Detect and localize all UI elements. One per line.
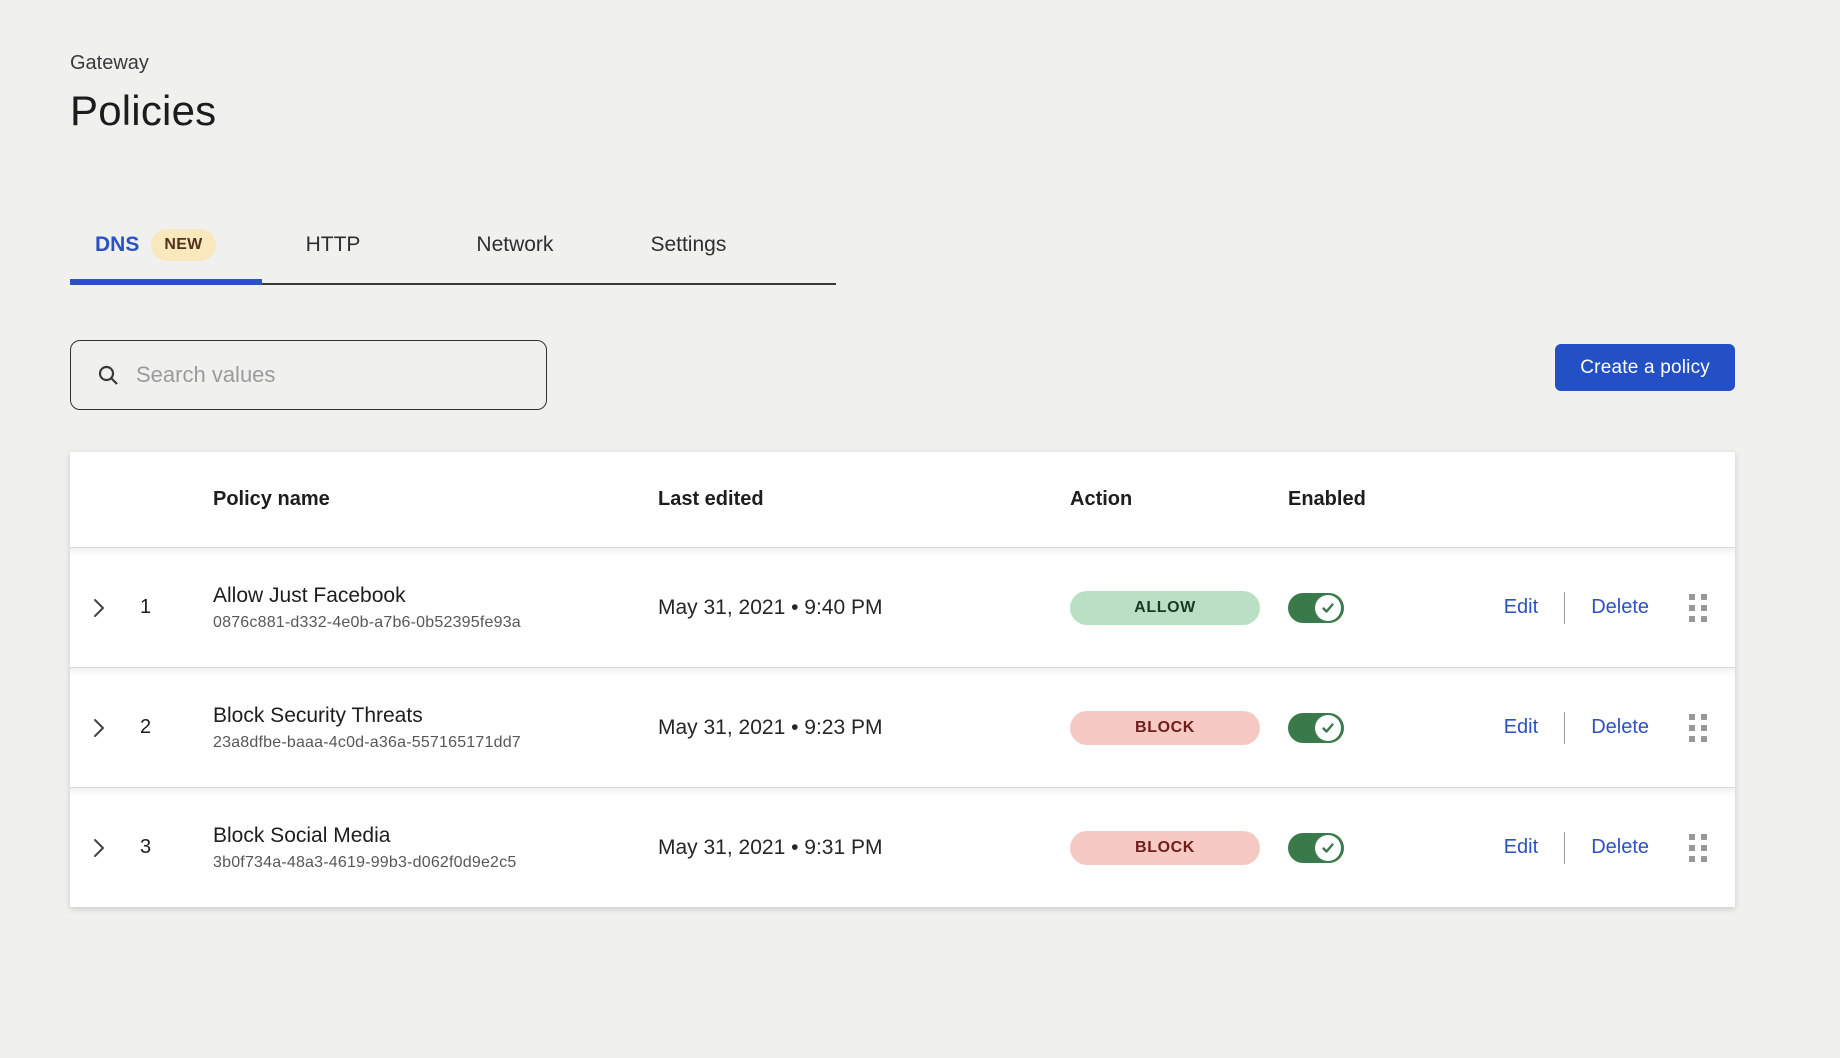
policy-uuid: 0876c881-d332-4e0b-a7b6-0b52395fe93a — [213, 614, 625, 632]
link-divider — [1564, 592, 1565, 624]
search-input[interactable] — [136, 362, 526, 388]
tab-http[interactable]: HTTP — [306, 233, 361, 257]
create-policy-button[interactable]: Create a policy — [1555, 344, 1735, 391]
drag-handle-icon[interactable] — [1689, 834, 1707, 862]
edit-link[interactable]: Edit — [1504, 596, 1538, 619]
new-badge: NEW — [151, 229, 215, 261]
tab-bar: DNS NEW HTTP Network Settings — [70, 229, 836, 285]
action-cell: BLOCK — [1040, 831, 1255, 865]
tab-network-label: Network — [476, 233, 553, 257]
action-badge-block: BLOCK — [1070, 711, 1260, 745]
enabled-toggle[interactable] — [1288, 713, 1344, 743]
breadcrumb: Gateway — [70, 52, 1840, 75]
row-actions: Edit Delete — [1440, 832, 1735, 864]
tab-dns-label: DNS — [95, 233, 139, 257]
policy-uuid: 23a8dfbe-baaa-4c0d-a36a-557165171dd7 — [213, 734, 625, 752]
drag-handle-icon[interactable] — [1689, 714, 1707, 742]
enabled-toggle[interactable] — [1288, 833, 1344, 863]
row-number: 3 — [128, 836, 178, 859]
last-edited-value: May 31, 2021 • 9:23 PM — [625, 716, 1040, 740]
row-number: 1 — [128, 596, 178, 619]
link-divider — [1564, 712, 1565, 744]
column-header-policy-name: Policy name — [178, 488, 625, 511]
enabled-cell — [1255, 713, 1440, 743]
expand-chevron-icon[interactable] — [70, 718, 128, 738]
row-number: 2 — [128, 716, 178, 739]
toolbar: Create a policy — [70, 340, 1735, 410]
tab-network[interactable]: Network — [476, 233, 553, 257]
enabled-cell — [1255, 833, 1440, 863]
action-badge-allow: ALLOW — [1070, 591, 1260, 625]
policy-name-cell: Block Security Threats 23a8dfbe-baaa-4c0… — [178, 704, 625, 752]
enabled-cell — [1255, 593, 1440, 623]
column-header-action: Action — [1040, 488, 1255, 511]
policy-uuid: 3b0f734a-48a3-4619-99b3-d062f0d9e2c5 — [213, 854, 625, 872]
drag-handle-icon[interactable] — [1689, 594, 1707, 622]
delete-link[interactable]: Delete — [1591, 596, 1649, 619]
action-cell: ALLOW — [1040, 591, 1255, 625]
policy-name: Block Social Media — [213, 824, 625, 848]
tab-settings-label: Settings — [650, 233, 726, 257]
column-header-enabled: Enabled — [1255, 488, 1440, 511]
column-header-last-edited: Last edited — [625, 488, 1040, 511]
tab-settings[interactable]: Settings — [650, 233, 726, 257]
table-row: 3 Block Social Media 3b0f734a-48a3-4619-… — [70, 787, 1735, 907]
tab-dns[interactable]: DNS NEW — [70, 229, 216, 261]
table-row: 1 Allow Just Facebook 0876c881-d332-4e0b… — [70, 547, 1735, 667]
link-divider — [1564, 832, 1565, 864]
policy-name: Block Security Threats — [213, 704, 625, 728]
expand-chevron-icon[interactable] — [70, 598, 128, 618]
last-edited-value: May 31, 2021 • 9:40 PM — [625, 596, 1040, 620]
search-box[interactable] — [70, 340, 547, 410]
enabled-toggle[interactable] — [1288, 593, 1344, 623]
table-row: 2 Block Security Threats 23a8dfbe-baaa-4… — [70, 667, 1735, 787]
action-badge-block: BLOCK — [1070, 831, 1260, 865]
delete-link[interactable]: Delete — [1591, 716, 1649, 739]
policy-name: Allow Just Facebook — [213, 584, 625, 608]
page-title: Policies — [70, 87, 1840, 135]
action-cell: BLOCK — [1040, 711, 1255, 745]
search-icon — [96, 363, 120, 387]
table-header-row: Policy name Last edited Action Enabled — [70, 452, 1735, 547]
delete-link[interactable]: Delete — [1591, 836, 1649, 859]
active-tab-indicator — [70, 279, 262, 285]
last-edited-value: May 31, 2021 • 9:31 PM — [625, 836, 1040, 860]
row-actions: Edit Delete — [1440, 712, 1735, 744]
expand-chevron-icon[interactable] — [70, 838, 128, 858]
tab-http-label: HTTP — [306, 233, 361, 257]
toggle-knob-check-icon — [1315, 835, 1341, 861]
edit-link[interactable]: Edit — [1504, 836, 1538, 859]
edit-link[interactable]: Edit — [1504, 716, 1538, 739]
row-actions: Edit Delete — [1440, 592, 1735, 624]
policy-name-cell: Block Social Media 3b0f734a-48a3-4619-99… — [178, 824, 625, 872]
gateway-policies-page: Gateway Policies DNS NEW HTTP Network Se… — [0, 52, 1840, 1058]
policy-name-cell: Allow Just Facebook 0876c881-d332-4e0b-a… — [178, 584, 625, 632]
policies-table: Policy name Last edited Action Enabled 1… — [70, 452, 1735, 907]
toggle-knob-check-icon — [1315, 715, 1341, 741]
toggle-knob-check-icon — [1315, 595, 1341, 621]
